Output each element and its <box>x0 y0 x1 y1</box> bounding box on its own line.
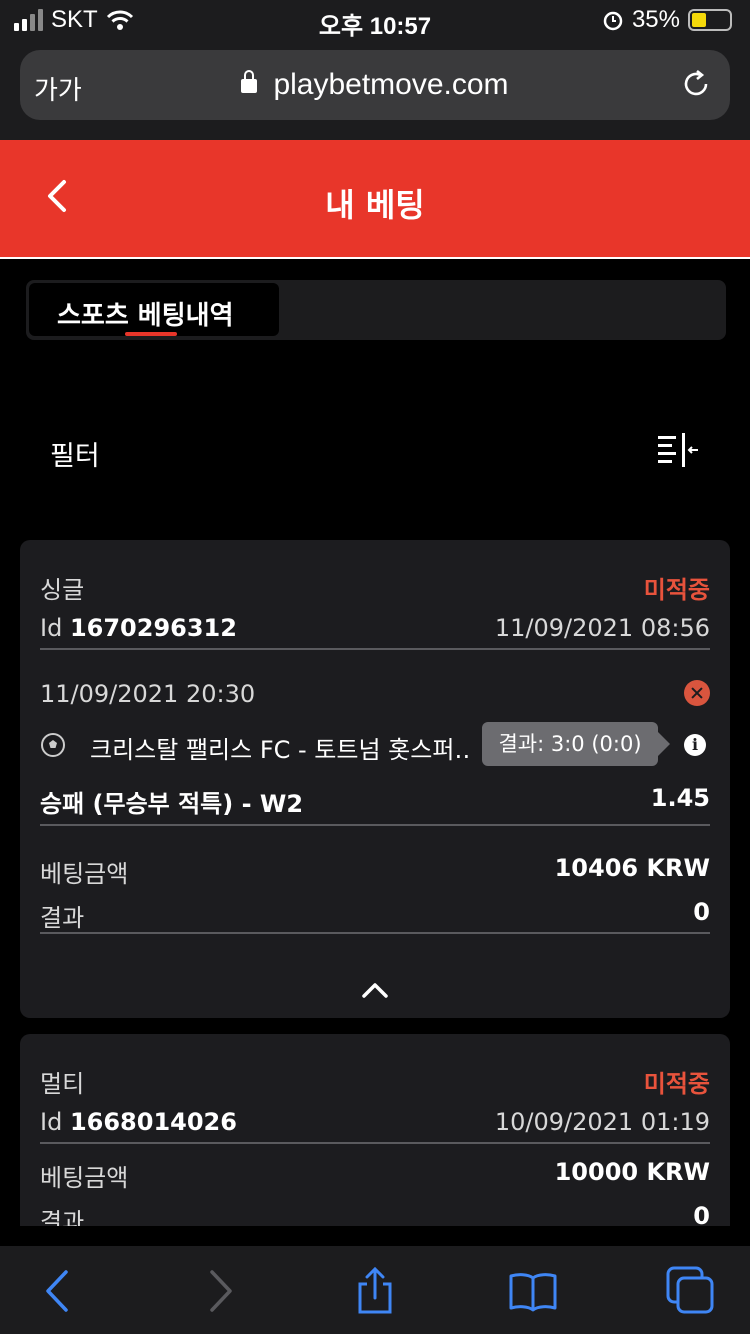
bet-odds: 1.45 <box>650 784 710 812</box>
tab-sports-bet-history[interactable]: 스포츠 베팅내역 <box>29 283 279 336</box>
bet-status: 미적중 <box>643 1070 710 1098</box>
id-label: Id <box>40 614 63 642</box>
result-label: 결과 <box>40 904 85 932</box>
stake-value: 10000 KRW <box>554 1158 710 1186</box>
bet-id: 1668014026 <box>69 1108 237 1136</box>
close-circle-icon <box>684 680 710 706</box>
divider <box>40 1142 710 1144</box>
browser-toolbar <box>0 1246 750 1334</box>
alarm-icon <box>603 11 623 31</box>
event-datetime: 11/09/2021 20:30 <box>40 680 256 708</box>
divider <box>40 648 710 650</box>
soccer-ball-icon <box>41 733 65 757</box>
stake-value: 10406 KRW <box>554 854 710 882</box>
bet-placed-time: 10/09/2021 01:19 <box>494 1108 710 1136</box>
tabs-icon[interactable] <box>666 1266 716 1316</box>
bet-card[interactable]: 싱글 미적중 Id 1670296312 11/09/2021 08:56 11… <box>20 540 730 1018</box>
result-label: 결과 <box>40 1208 85 1226</box>
bet-id: 1670296312 <box>69 614 237 642</box>
browser-chrome: 가가 playbetmove.com <box>0 44 750 140</box>
nav-back-icon[interactable] <box>34 1266 84 1316</box>
reload-icon[interactable] <box>680 68 712 100</box>
app-header: 내 베팅 <box>0 140 750 259</box>
divider <box>40 824 710 826</box>
battery-percent: 35% <box>631 6 680 33</box>
battery-icon <box>688 9 732 31</box>
address-bar[interactable]: 가가 playbetmove.com <box>20 50 730 120</box>
page-title: 내 베팅 <box>325 186 425 224</box>
tab-bar: 스포츠 베팅내역 <box>26 280 726 340</box>
bet-type: 싱글 <box>40 576 85 604</box>
bookmarks-icon[interactable] <box>508 1266 558 1316</box>
url-text: playbetmove.com <box>273 68 509 101</box>
id-label: Id <box>40 1108 63 1136</box>
chevron-up-icon[interactable] <box>361 980 389 1000</box>
divider <box>40 932 710 934</box>
bet-card[interactable]: 멀티 미적중 Id 1668014026 10/09/2021 01:19 베팅… <box>20 1034 730 1226</box>
bet-market: 승패 (무승부 적특) - W2 <box>40 790 304 818</box>
filter-label: 필터 <box>50 441 100 472</box>
result-value: 0 <box>693 898 710 926</box>
bet-placed-time: 11/09/2021 08:56 <box>494 614 710 642</box>
filter-icon[interactable] <box>656 432 700 468</box>
status-bar: SKT 오후 10:57 35% <box>0 0 750 44</box>
tab-active-indicator <box>125 332 177 336</box>
event-match: 크리스탈 팰리스 FC - 토트넘 홋스퍼… <box>90 736 470 764</box>
lock-icon <box>241 70 258 94</box>
tab-label: 스포츠 베팅내역 <box>57 301 234 331</box>
url-display[interactable]: playbetmove.com <box>20 68 730 102</box>
stake-label: 베팅금액 <box>40 1164 129 1192</box>
nav-forward-icon[interactable] <box>194 1266 244 1316</box>
bet-type: 멀티 <box>40 1070 85 1098</box>
result-value: 0 <box>693 1202 710 1226</box>
bet-status: 미적중 <box>643 576 710 604</box>
result-tooltip: 결과: 3:0 (0:0) <box>482 722 670 766</box>
stake-label: 베팅금액 <box>40 860 129 888</box>
status-right: 35% <box>602 6 732 34</box>
info-icon[interactable]: i <box>684 734 706 756</box>
share-icon[interactable] <box>350 1266 400 1316</box>
